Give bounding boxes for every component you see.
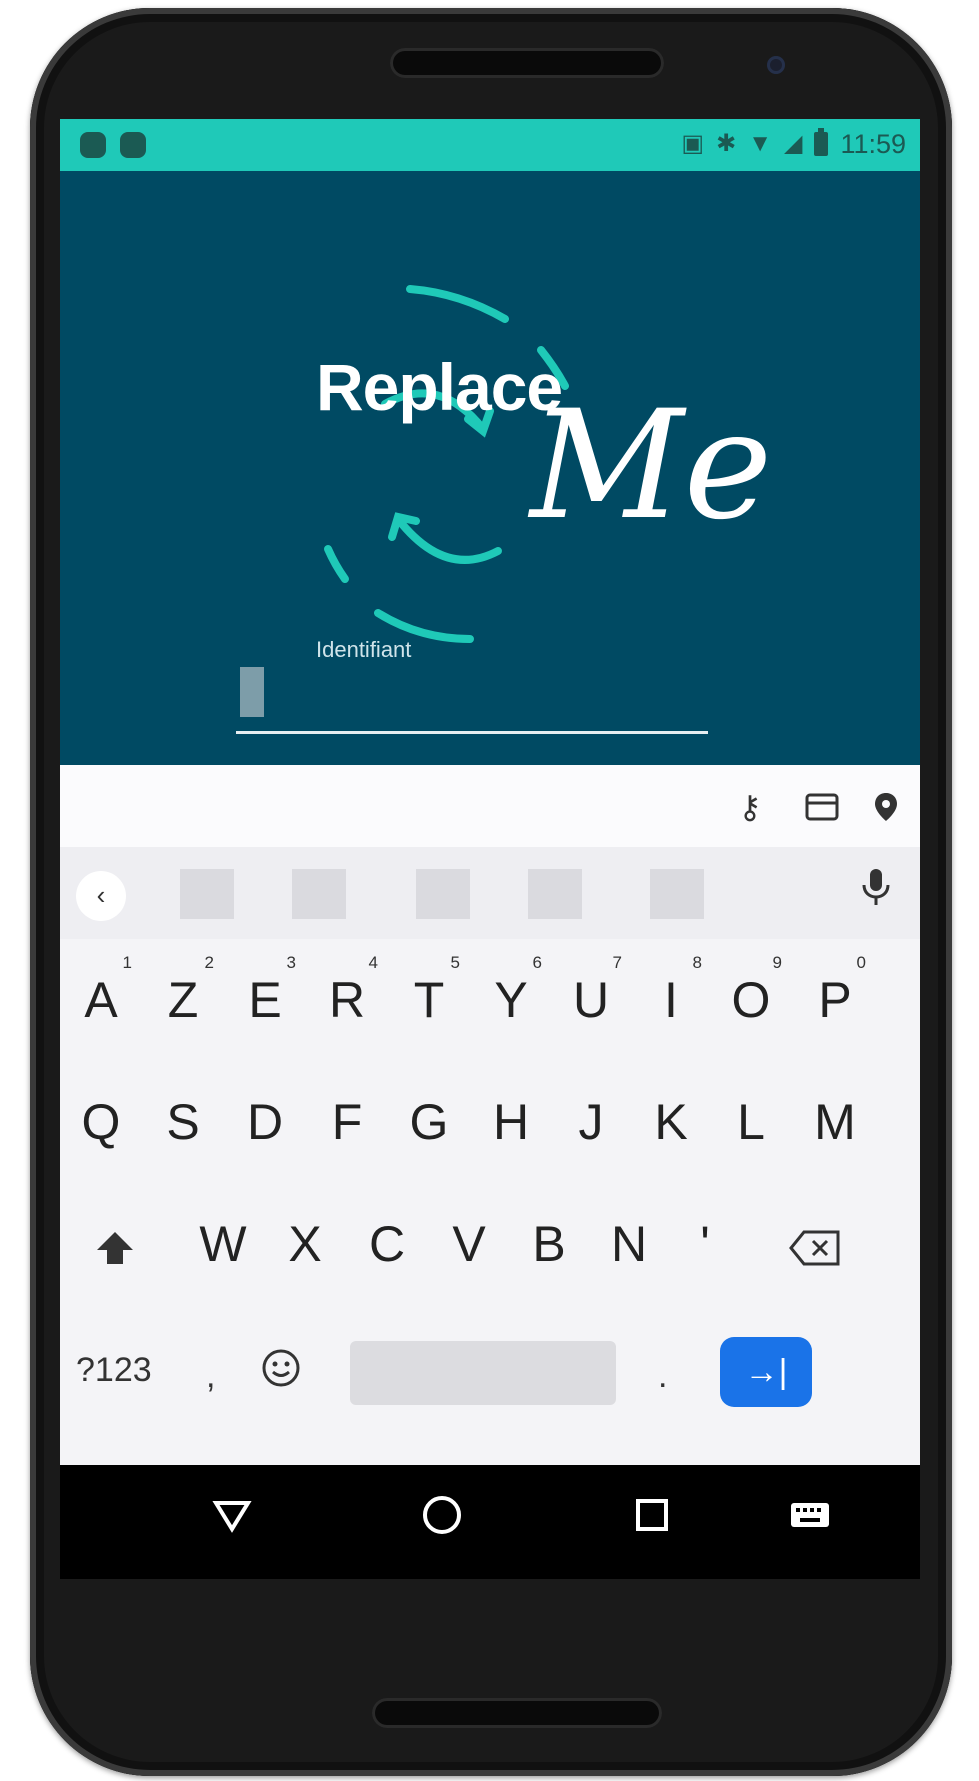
logo-me-text: Me xyxy=(530,379,773,553)
identifiant-field[interactable]: Identifiant xyxy=(236,619,708,734)
key-t[interactable]: T5 xyxy=(394,953,464,1045)
field-label: Identifiant xyxy=(316,637,412,662)
logo-replace-text: Replace xyxy=(316,350,563,424)
suggestion-bar: ‹ xyxy=(60,847,920,939)
key-m[interactable]: M xyxy=(800,1077,870,1167)
front-camera xyxy=(767,56,785,74)
suggestion-chip[interactable] xyxy=(528,869,582,919)
clock: 11:59 xyxy=(840,129,906,159)
key-d[interactable]: D xyxy=(230,1077,300,1167)
key-y[interactable]: Y6 xyxy=(476,953,546,1045)
symbols-key[interactable]: ?123 xyxy=(76,1351,152,1390)
system-icons: ▣ ✱ ▼ ◢ 11:59 xyxy=(681,128,906,159)
comma-key[interactable]: , xyxy=(206,1357,215,1396)
key-apostrophe[interactable]: ' xyxy=(670,1199,740,1289)
key-v[interactable]: V xyxy=(434,1199,504,1289)
home-circle-icon[interactable] xyxy=(412,1493,472,1549)
key-n[interactable]: N xyxy=(594,1199,664,1289)
key-o[interactable]: O9 xyxy=(716,953,786,1045)
key-x[interactable]: X xyxy=(270,1199,340,1289)
logo-arc xyxy=(324,545,349,583)
key-u[interactable]: U7 xyxy=(556,953,626,1045)
bottom-speaker xyxy=(372,1698,662,1728)
recents-square-icon[interactable] xyxy=(622,1493,682,1549)
key-w[interactable]: W xyxy=(188,1199,258,1289)
period-key[interactable]: . xyxy=(658,1357,667,1396)
key-r[interactable]: R4 xyxy=(312,953,382,1045)
top-speaker xyxy=(390,48,664,78)
suggestion-chip[interactable] xyxy=(292,869,346,919)
key-row-bottom: ?123 , . →| xyxy=(60,1317,920,1427)
wifi-icon: ▼ xyxy=(748,130,772,157)
key-row-1: A1 Z2 E3 R4 T5 Y6 U7 I8 O9 P0 xyxy=(60,953,920,1055)
signal-icon: ◢ xyxy=(783,130,803,157)
key-g[interactable]: G xyxy=(394,1077,464,1167)
logo-arc xyxy=(406,285,509,323)
key-f[interactable]: F xyxy=(312,1077,382,1167)
key-s[interactable]: S xyxy=(148,1077,218,1167)
notification-icon xyxy=(80,132,106,158)
chevron-left-icon[interactable]: ‹ xyxy=(76,871,126,921)
keyboard-switch-icon[interactable] xyxy=(780,1493,840,1549)
status-bar: ▣ ✱ ▼ ◢ 11:59 xyxy=(60,119,920,171)
key-off-icon[interactable]: ⚷ xyxy=(732,789,768,825)
backspace-icon[interactable] xyxy=(780,1199,850,1289)
navigation-bar xyxy=(60,1465,920,1579)
key-row-3: W X C V B N ' xyxy=(60,1199,920,1299)
key-j[interactable]: J xyxy=(556,1077,626,1167)
logo-arc-arrow xyxy=(394,515,502,564)
location-pin-icon[interactable] xyxy=(868,789,904,825)
screen: ▣ ✱ ▼ ◢ 11:59 Replace Me Identifiant ⚷ ‹… xyxy=(60,119,920,1579)
notification-icon xyxy=(120,132,146,158)
key-h[interactable]: H xyxy=(476,1077,546,1167)
key-i[interactable]: I8 xyxy=(636,953,706,1045)
soft-keyboard: ⚷ ‹ A1 Z2 E3 R4 T5 Y6 U 7 I 8 O 9 P 0 Q … xyxy=(60,765,920,1465)
key-a[interactable]: A1 xyxy=(66,953,136,1045)
key-z[interactable]: Z2 xyxy=(148,953,218,1045)
autofill-bar: ⚷ xyxy=(60,765,920,847)
back-triangle-icon[interactable] xyxy=(202,1493,262,1549)
battery-icon xyxy=(814,128,829,156)
key-row-2: Q S D F G H J K L M xyxy=(60,1077,920,1177)
suggestion-chip[interactable] xyxy=(416,869,470,919)
card-icon[interactable] xyxy=(804,789,840,825)
field-underline xyxy=(236,731,708,734)
text-cursor xyxy=(240,667,264,717)
key-q[interactable]: Q xyxy=(66,1077,136,1167)
shift-key[interactable] xyxy=(80,1199,150,1289)
key-c[interactable]: C xyxy=(352,1199,422,1289)
suggestion-chip[interactable] xyxy=(650,869,704,919)
emoji-icon[interactable] xyxy=(260,1347,302,1398)
cast-icon: ▣ xyxy=(681,130,705,157)
key-e[interactable]: E3 xyxy=(230,953,300,1045)
spacebar[interactable] xyxy=(350,1341,616,1405)
next-field-key[interactable]: →| xyxy=(720,1337,812,1407)
key-l[interactable]: L xyxy=(716,1077,786,1167)
bluetooth-icon: ✱ xyxy=(716,130,737,157)
suggestion-chip[interactable] xyxy=(180,869,234,919)
key-k[interactable]: K xyxy=(636,1077,706,1167)
notification-icons xyxy=(80,132,146,158)
key-b[interactable]: B xyxy=(514,1199,584,1289)
microphone-icon[interactable] xyxy=(860,867,892,915)
key-p[interactable]: P0 xyxy=(800,953,870,1045)
